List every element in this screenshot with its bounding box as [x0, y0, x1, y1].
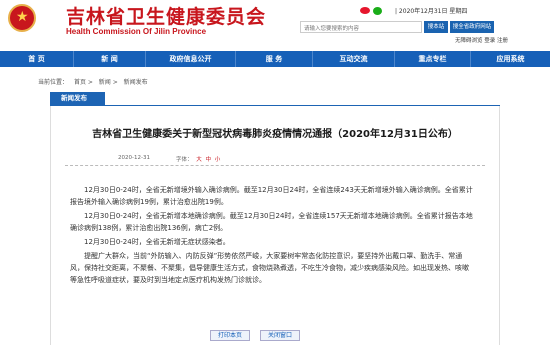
weibo-icon[interactable] [360, 7, 370, 14]
nav-interaction[interactable]: 互动交流 [313, 51, 395, 67]
site-header: 吉林省卫生健康委员会 Health Commission Of Jilin Pr… [0, 0, 550, 46]
main-nav: 首 页 新 闻 政府信息公开 服 务 互动交流 重点专栏 应用系统 [0, 51, 550, 67]
font-large-button[interactable]: 大 [196, 157, 202, 163]
breadcrumb: 当前位置： 首页 > 新闻 > 新闻发布 [38, 77, 152, 86]
nav-gov-info[interactable]: 政府信息公开 [146, 51, 236, 67]
national-emblem-icon [8, 4, 36, 32]
site-title[interactable]: 吉林省卫生健康委员会 [66, 2, 266, 29]
font-size-label: 字体： [175, 157, 193, 163]
publish-date: 2020-12-31 [118, 155, 150, 161]
article-paragraph: 提醒广大群众，当前“外防输入、内防反弹”形势依然严峻，大家要树牢常态化防控意识，… [70, 252, 469, 284]
current-date: | 2020年12月31日 星期四 [395, 8, 468, 15]
print-button[interactable]: 打印本页 [210, 330, 250, 341]
font-size-control: 字体： 大 中 小 [174, 155, 220, 163]
breadcrumb-news[interactable]: 新闻 > [99, 79, 118, 86]
breadcrumb-home[interactable]: 首页 > [74, 79, 93, 86]
font-medium-button[interactable]: 中 [206, 157, 212, 163]
accessibility-login-links[interactable]: 无障碍浏览 登录 注册 [455, 36, 508, 44]
article-meta: 2020-12-31 字体： 大 中 小 [118, 155, 220, 163]
top-tools: | 2020年12月31日 星期四 [360, 6, 467, 15]
breadcrumb-label: 当前位置： [38, 79, 69, 86]
breadcrumb-news-release[interactable]: 新闻发布 [124, 79, 148, 86]
article-body: 12月30日0-24时，全省无新增境外输入确诊病例。截至12月30日24时，全省… [70, 184, 474, 288]
search-input[interactable]: 请输入您要搜索的内容 [300, 21, 422, 33]
nav-special-columns[interactable]: 重点专栏 [395, 51, 471, 67]
meta-divider [65, 165, 485, 166]
nav-news[interactable]: 新 闻 [74, 51, 146, 67]
font-small-button[interactable]: 小 [215, 157, 221, 163]
action-bar: 打印本页 关闭窗口 [210, 330, 300, 341]
site-subtitle: Health Commission Of Jilin Province [66, 27, 207, 36]
section-tab: 新闻发布 [50, 92, 105, 105]
nav-services[interactable]: 服 务 [236, 51, 313, 67]
article-paragraph: 12月30日0-24时，全省无新增本地确诊病例。截至12月30日24时，全省连续… [70, 212, 473, 232]
article-title: 吉林省卫生健康委关于新型冠状病毒肺炎疫情情况通报（2020年12月31日公布） [92, 129, 458, 140]
close-window-button[interactable]: 关闭窗口 [260, 330, 300, 341]
search-province-button[interactable]: 搜全省政府网站 [450, 21, 494, 33]
wechat-icon[interactable] [373, 6, 382, 15]
nav-home[interactable]: 首 页 [0, 51, 74, 67]
search-site-button[interactable]: 搜本站 [424, 21, 448, 33]
nav-apps[interactable]: 应用系统 [471, 51, 550, 67]
article-paragraph: 12月30日0-24时，全省无新增无症状感染者。 [84, 238, 230, 246]
article-paragraph: 12月30日0-24时，全省无新增境外输入确诊病例。截至12月30日24时，全省… [70, 186, 473, 206]
